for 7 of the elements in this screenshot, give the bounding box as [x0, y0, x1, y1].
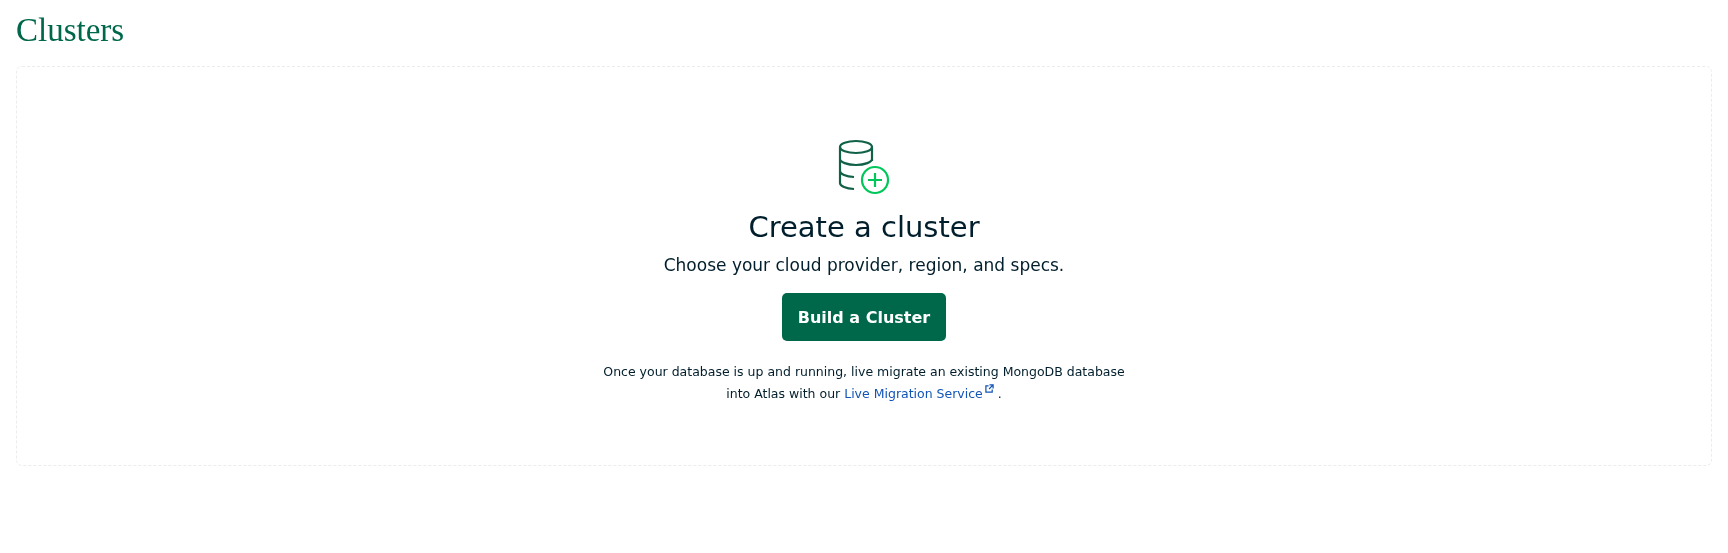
- migration-note: Once your database is up and running, live migrate an existing MongoDB database into Atlas with our Live Migration Service .: [602, 363, 1126, 403]
- page-title: Clusters: [16, 11, 126, 50]
- empty-state-subtitle: Choose your cloud provider, region, and specs.: [663, 254, 1065, 277]
- build-cluster-button[interactable]: Build a Cluster: [781, 293, 947, 341]
- external-link-icon: [984, 384, 994, 393]
- empty-state-heading: Create a cluster: [748, 209, 980, 245]
- live-migration-link[interactable]: Live Migration Service: [844, 386, 994, 401]
